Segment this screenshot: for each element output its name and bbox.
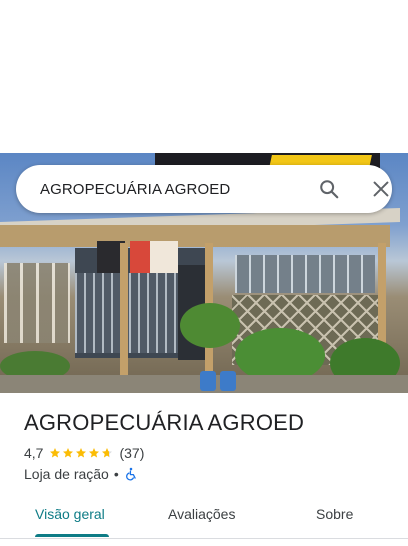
rating-row[interactable]: 4,7 (37): [24, 445, 144, 461]
water-jug: [220, 371, 236, 391]
place-title: AGROPECUÁRIA AGROED: [24, 410, 305, 435]
separator-dot: •: [113, 466, 119, 482]
left-window: [4, 263, 70, 343]
wheelchair-icon: [124, 467, 138, 481]
wooden-beam: [120, 243, 128, 393]
rating-value: 4,7: [24, 445, 44, 461]
awning: [0, 225, 390, 247]
star-icon: [102, 448, 113, 458]
poster: [150, 241, 178, 273]
tab-about[interactable]: Sobre: [316, 506, 353, 522]
star-icon: [63, 448, 74, 458]
tab-reviews[interactable]: Avaliações: [168, 506, 235, 522]
search-icon[interactable]: [318, 178, 340, 200]
star-icon: [50, 448, 61, 458]
water-jug: [200, 371, 216, 391]
star-icon: [76, 448, 87, 458]
tab-selected-indicator: [35, 534, 109, 537]
map-blank-area: [0, 0, 408, 153]
rating-stars: [49, 447, 114, 459]
reviews-count[interactable]: (37): [119, 445, 144, 461]
category-row: Loja de ração •: [24, 466, 138, 482]
star-icon: [89, 448, 100, 458]
tab-overview[interactable]: Visão geral: [35, 506, 105, 522]
tabs-divider: [0, 538, 408, 539]
plant: [180, 303, 240, 348]
place-tabs: Visão geral Avaliações Sobre: [0, 496, 408, 537]
close-icon[interactable]: [370, 178, 392, 200]
shelf-rack: [75, 273, 185, 353]
search-bar[interactable]: AGROPECUÁRIA AGROED: [16, 165, 392, 213]
place-category[interactable]: Loja de ração: [24, 466, 109, 482]
right-window: [235, 255, 375, 293]
